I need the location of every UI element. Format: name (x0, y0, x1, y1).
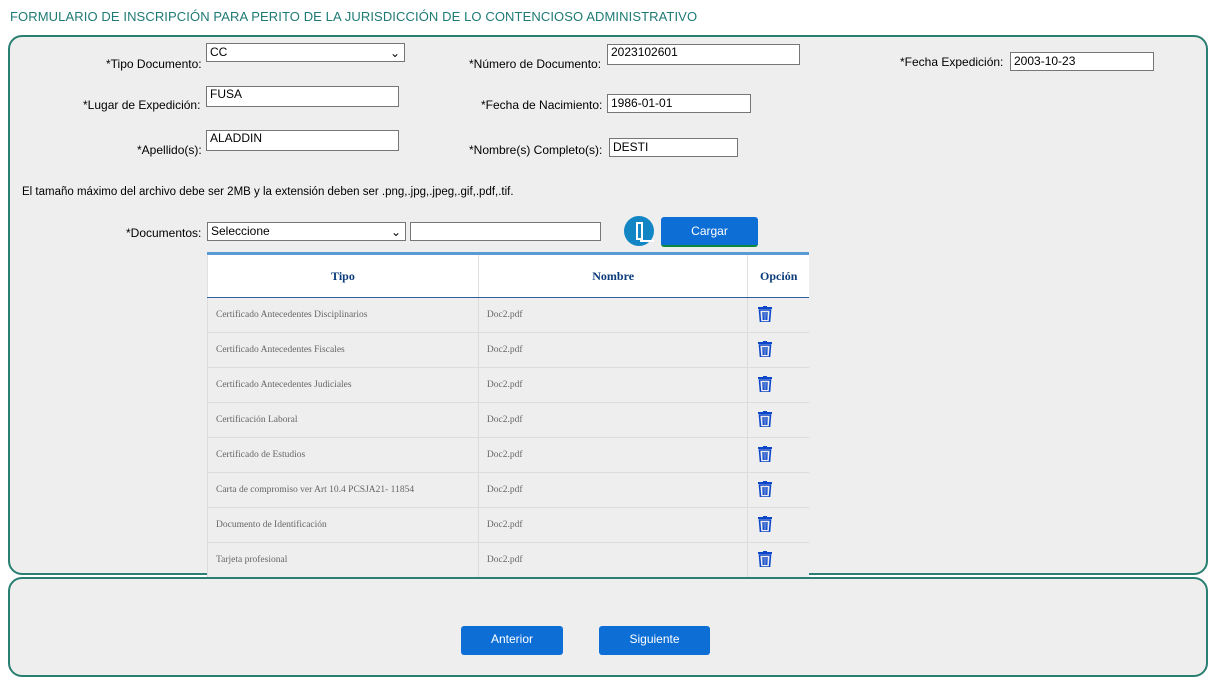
chevron-down-icon: ⌄ (390, 45, 400, 62)
table-row: Carta de compromiso ver Art 10.4 PCSJA21… (208, 473, 810, 508)
apellidos-label: *Apellido(s): (137, 143, 202, 157)
row-nombre: Doc2.pdf (478, 333, 748, 368)
row-tipo: Tarjeta profesional (208, 543, 479, 578)
trash-icon[interactable] (758, 551, 772, 567)
documentos-select[interactable]: Seleccione ⌄ (207, 222, 406, 241)
file-name-field[interactable] (410, 222, 601, 241)
fecha-nacimiento-field[interactable]: 1986-01-01 (607, 94, 751, 113)
tipo-documento-select[interactable]: CC ⌄ (206, 43, 405, 62)
row-tipo: Certificado Antecedentes Fiscales (208, 333, 479, 368)
cargar-button[interactable]: Cargar (661, 217, 758, 247)
trash-icon[interactable] (758, 341, 772, 357)
numero-documento-field[interactable]: 2023102601 (607, 44, 800, 65)
table-header-row: Tipo Nombre Opción (208, 254, 810, 298)
table-row: Certificado Antecedentes DisciplinariosD… (208, 298, 810, 333)
row-opcion (748, 508, 809, 543)
header-opcion: Opción (748, 254, 809, 298)
trash-icon[interactable] (758, 481, 772, 497)
siguiente-button[interactable]: Siguiente (599, 626, 710, 655)
trash-icon[interactable] (758, 376, 772, 392)
table-row: Tarjeta profesionalDoc2.pdf (208, 543, 810, 578)
header-nombre: Nombre (478, 254, 748, 298)
row-opcion (748, 438, 809, 473)
row-nombre: Doc2.pdf (478, 298, 748, 333)
table-row: Certificación LaboralDoc2.pdf (208, 403, 810, 438)
row-tipo: Certificado Antecedentes Judiciales (208, 368, 479, 403)
lugar-expedicion-field[interactable]: FUSA (206, 86, 399, 107)
nombres-field[interactable]: DESTI (609, 138, 738, 157)
fecha-nacimiento-label: *Fecha de Nacimiento: (481, 98, 602, 112)
trash-icon[interactable] (758, 516, 772, 532)
header-tipo: Tipo (208, 254, 479, 298)
trash-icon[interactable] (758, 411, 772, 427)
anterior-button[interactable]: Anterior (461, 626, 563, 655)
tipo-documento-value: CC (210, 45, 227, 59)
table-row: Certificado Antecedentes JudicialesDoc2.… (208, 368, 810, 403)
lugar-expedicion-label: *Lugar de Expedición: (83, 98, 200, 112)
table-row: Documento de IdentificaciónDoc2.pdf (208, 508, 810, 543)
row-opcion (748, 543, 809, 578)
trash-icon[interactable] (758, 306, 772, 322)
table-row: Certificado Antecedentes FiscalesDoc2.pd… (208, 333, 810, 368)
nombres-label: *Nombre(s) Completo(s): (469, 143, 602, 157)
fecha-expedicion-field[interactable]: 2003-10-23 (1010, 52, 1154, 71)
row-nombre: Doc2.pdf (478, 403, 748, 438)
row-nombre: Doc2.pdf (478, 368, 748, 403)
row-tipo: Certificado de Estudios (208, 438, 479, 473)
file-size-note: El tamaño máximo del archivo debe ser 2M… (22, 186, 514, 198)
page-title: FORMULARIO DE INSCRIPCIÓN PARA PERITO DE… (10, 9, 697, 24)
row-nombre: Doc2.pdf (478, 473, 748, 508)
documentos-label: *Documentos: (126, 226, 201, 240)
row-opcion (748, 368, 809, 403)
row-tipo: Documento de Identificación (208, 508, 479, 543)
documentos-select-value: Seleccione (211, 224, 270, 238)
fecha-expedicion-label: *Fecha Expedición: (900, 55, 1003, 69)
trash-icon[interactable] (758, 446, 772, 462)
row-nombre: Doc2.pdf (478, 508, 748, 543)
apellidos-field[interactable]: ALADDIN (206, 130, 399, 151)
row-tipo: Certificación Laboral (208, 403, 479, 438)
chevron-down-icon: ⌄ (391, 224, 401, 241)
upload-file-icon[interactable] (624, 216, 654, 246)
row-opcion (748, 298, 809, 333)
row-tipo: Carta de compromiso ver Art 10.4 PCSJA21… (208, 473, 479, 508)
row-opcion (748, 333, 809, 368)
row-tipo: Certificado Antecedentes Disciplinarios (208, 298, 479, 333)
numero-documento-label: *Número de Documento: (469, 57, 601, 71)
row-nombre: Doc2.pdf (478, 438, 748, 473)
row-nombre: Doc2.pdf (478, 543, 748, 578)
tipo-documento-label: *Tipo Documento: (106, 57, 202, 71)
row-opcion (748, 473, 809, 508)
documents-table: Tipo Nombre Opción Certificado Anteceden… (207, 252, 809, 578)
table-row: Certificado de EstudiosDoc2.pdf (208, 438, 810, 473)
row-opcion (748, 403, 809, 438)
